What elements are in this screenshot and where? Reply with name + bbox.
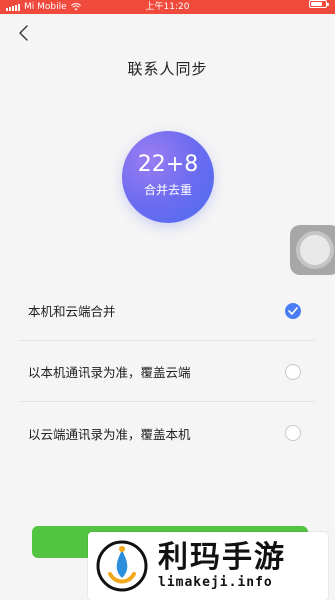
watermark-text: 利玛手游 limakeji.info: [158, 541, 286, 591]
merge-summary-circle: 22+8 合并去重: [122, 131, 214, 223]
back-button[interactable]: [8, 18, 38, 48]
assistive-touch-icon: [300, 235, 330, 265]
option-label: 以云端通讯录为准，覆盖本机: [28, 426, 191, 442]
watermark: 利玛手游 limakeji.info: [88, 532, 328, 600]
option-merge-both[interactable]: 本机和云端合并: [20, 281, 315, 341]
option-label: 本机和云端合并: [28, 304, 116, 319]
check-icon: [288, 306, 298, 315]
radio-unchecked[interactable]: [285, 425, 301, 441]
page-title: 联系人同步: [127, 60, 208, 78]
radio-unchecked[interactable]: [285, 363, 301, 380]
status-right: [309, 0, 329, 8]
watermark-url: limakeji.info: [158, 575, 273, 590]
status-time: 上午11:20: [145, 2, 190, 12]
watermark-logo-icon: [96, 540, 148, 592]
watermark-title: 利玛手游: [158, 540, 286, 575]
floating-assistive-button[interactable]: [290, 225, 335, 275]
option-label: 以本机通讯录为准，覆盖云端: [28, 365, 191, 380]
chevron-left-icon: [19, 25, 28, 41]
status-bar: Mi Mobile 上午11:20: [0, 0, 335, 14]
radio-checked[interactable]: [285, 302, 301, 319]
merge-count: 22+8: [137, 152, 199, 177]
option-local-overrides-cloud[interactable]: 以本机通讯录为准，覆盖云端: [20, 342, 315, 402]
option-cloud-overrides-local[interactable]: 以云端通讯录为准，覆盖本机: [20, 403, 315, 463]
battery-icon: [309, 0, 329, 8]
merge-subtitle: 合并去重: [143, 183, 192, 197]
